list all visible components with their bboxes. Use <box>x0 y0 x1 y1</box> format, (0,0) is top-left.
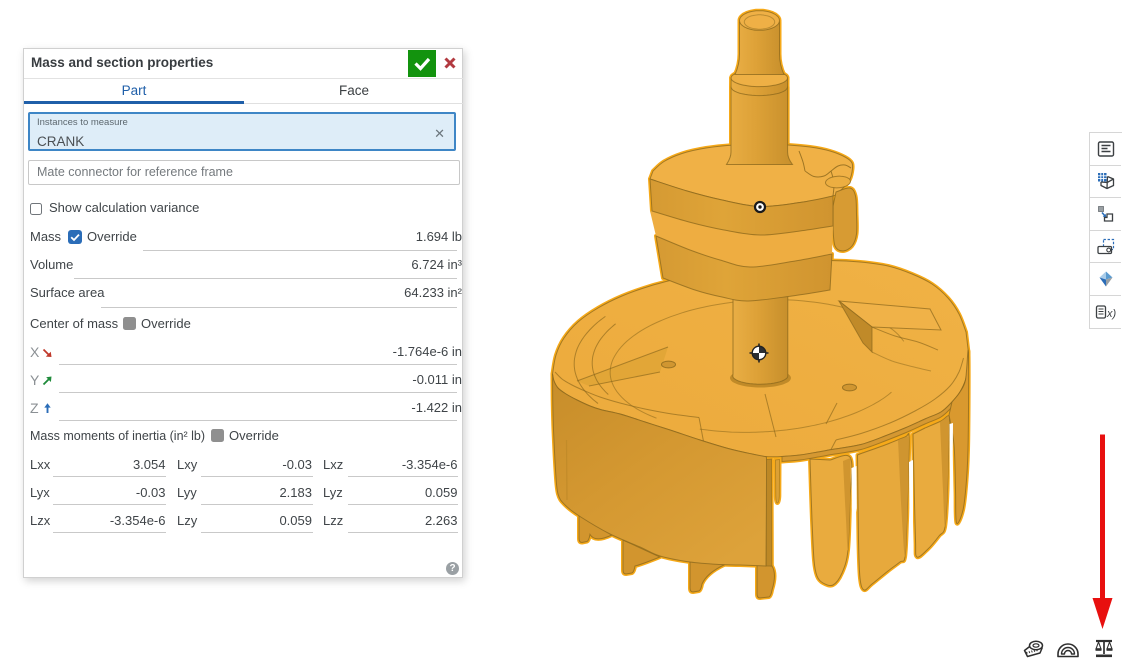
svg-text:x): x) <box>1106 308 1117 320</box>
